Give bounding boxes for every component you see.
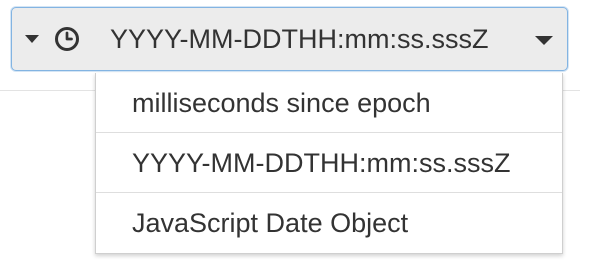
format-options-menu: milliseconds since epoch YYYY-MM-DDTHH:m…: [95, 73, 563, 254]
dropdown-arrow-icon[interactable]: [535, 36, 553, 45]
caret-down-icon[interactable]: [25, 35, 39, 43]
date-format-select[interactable]: YYYY-MM-DDTHH:mm:ss.sssZ: [11, 7, 568, 71]
menu-option-milliseconds[interactable]: milliseconds since epoch: [96, 73, 562, 133]
menu-option-iso-string[interactable]: YYYY-MM-DDTHH:mm:ss.sssZ: [96, 133, 562, 193]
menu-option-date-object[interactable]: JavaScript Date Object: [96, 193, 562, 253]
clock-icon: [55, 27, 79, 51]
selected-format-value: YYYY-MM-DDTHH:mm:ss.sssZ: [110, 24, 489, 54]
